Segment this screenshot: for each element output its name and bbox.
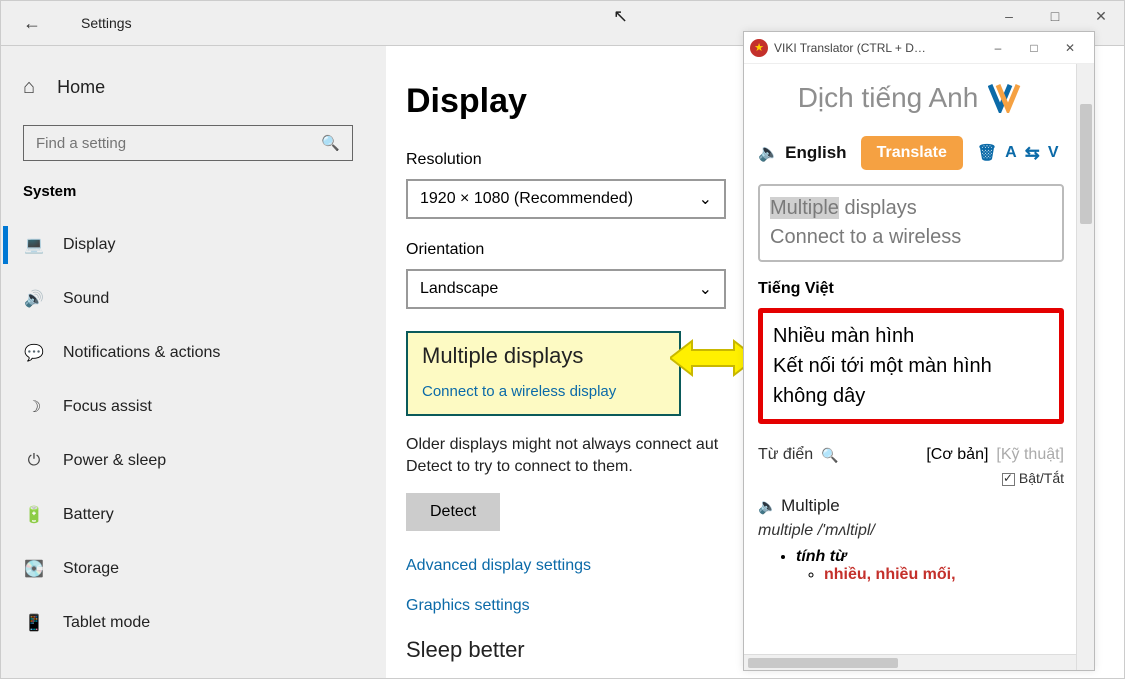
source-text-area[interactable]: Multiple displays Connect to a wireless xyxy=(758,184,1064,262)
search-input[interactable] xyxy=(36,135,321,152)
sound-icon: 🔊 xyxy=(23,289,45,309)
nav-item-notifications[interactable]: 💬 Notifications & actions xyxy=(23,326,386,380)
output-line2: Kết nối tới một màn hình không dây xyxy=(773,351,1049,411)
viki-tool-icons: 🗑 A ⇆ V xyxy=(977,143,1059,164)
tab-basic[interactable]: [Cơ bản] xyxy=(926,446,988,464)
focus-icon: ☽ xyxy=(23,397,45,417)
search-icon: 🔍 xyxy=(321,134,340,152)
resolution-select[interactable]: 1920 × 1080 (Recommended) ⌄ xyxy=(406,179,726,219)
speaker-icon[interactable]: 🔈 xyxy=(758,498,777,515)
dict-phonetic: multiple /'mʌltipl/ xyxy=(758,522,1064,540)
monitor-icon: 💻 xyxy=(23,235,45,255)
viki-app-icon: ★ xyxy=(750,39,768,57)
dict-word: Multiple xyxy=(781,496,840,515)
window-controls: – □ ✕ xyxy=(986,1,1124,31)
letter-v-icon[interactable]: V xyxy=(1048,144,1059,162)
chevron-down-icon: ⌄ xyxy=(699,279,712,299)
chevron-down-icon: ⌄ xyxy=(699,189,712,209)
multiple-displays-highlight: Multiple displays Connect to a wireless … xyxy=(406,331,681,416)
toggle-row[interactable]: Bật/Tắt xyxy=(758,470,1064,486)
nav-item-storage[interactable]: 💽 Storage xyxy=(23,542,386,596)
viki-vertical-scrollbar[interactable] xyxy=(1076,64,1094,670)
mouse-cursor-icon: ↖ xyxy=(613,6,628,27)
vietnamese-label: Tiếng Việt xyxy=(758,280,1064,298)
tablet-icon: 📱 xyxy=(23,613,45,633)
viki-heading-text: Dịch tiếng Anh xyxy=(798,82,979,114)
nav-item-battery[interactable]: 🔋 Battery xyxy=(23,488,386,542)
dictionary-body: 🔈 Multiple multiple /'mʌltipl/ tính từ n… xyxy=(758,496,1064,584)
nav-item-focus[interactable]: ☽ Focus assist xyxy=(23,380,386,434)
nav-item-sound[interactable]: 🔊 Sound xyxy=(23,272,386,326)
older-displays-text: Older displays might not always connect … xyxy=(406,434,736,479)
nav-label: Power & sleep xyxy=(63,452,166,470)
nav-item-power[interactable]: ⏻ Power & sleep xyxy=(23,434,386,488)
dict-pos: tính từ xyxy=(796,548,847,565)
notifications-icon: 💬 xyxy=(23,343,45,363)
viki-body: Dịch tiếng Anh 🔈English Translate 🗑 A ⇆ … xyxy=(744,64,1094,670)
maximize-button[interactable]: □ xyxy=(1032,1,1078,31)
english-label[interactable]: 🔈English xyxy=(758,143,847,163)
nav-label: Sound xyxy=(63,290,109,308)
nav-label: Storage xyxy=(63,560,119,578)
home-icon: ⌂ xyxy=(23,76,35,99)
viki-close-button[interactable]: ✕ xyxy=(1052,33,1088,63)
checkbox-icon[interactable] xyxy=(1002,473,1015,486)
close-button[interactable]: ✕ xyxy=(1078,1,1124,31)
battery-icon: 🔋 xyxy=(23,505,45,525)
magnifier-icon[interactable]: 🔍 xyxy=(821,447,838,464)
viki-minimize-button[interactable]: – xyxy=(980,33,1016,63)
swap-icon[interactable]: ⇆ xyxy=(1025,143,1040,164)
home-label: Home xyxy=(57,77,105,98)
viki-maximize-button[interactable]: □ xyxy=(1016,33,1052,63)
connect-wireless-link[interactable]: Connect to a wireless display xyxy=(422,383,665,400)
sidebar: ⌂ Home 🔍 System 💻 Display 🔊 Sound 💬 Notific… xyxy=(1,46,386,678)
nav-list: 💻 Display 🔊 Sound 💬 Notifications & actions… xyxy=(23,218,386,650)
viki-main: Dịch tiếng Anh 🔈English Translate 🗑 A ⇆ … xyxy=(744,64,1076,670)
scrollbar-thumb[interactable] xyxy=(1080,104,1092,224)
power-icon: ⏻ xyxy=(23,452,45,470)
search-box[interactable]: 🔍 xyxy=(23,125,353,161)
storage-icon: 💽 xyxy=(23,559,45,579)
speaker-icon: 🔈 xyxy=(758,143,779,163)
scrollbar-thumb[interactable] xyxy=(748,658,898,668)
dict-meaning: nhiều, nhiều mối, xyxy=(824,566,956,583)
viki-heading: Dịch tiếng Anh xyxy=(758,82,1064,114)
detect-button[interactable]: Detect xyxy=(406,493,500,531)
viki-toolbar: 🔈English Translate 🗑 A ⇆ V xyxy=(758,136,1064,170)
translation-output: Nhiều màn hình Kết nối tới một màn hình … xyxy=(758,308,1064,424)
home-row[interactable]: ⌂ Home xyxy=(23,76,386,99)
minimize-button[interactable]: – xyxy=(986,1,1032,31)
viki-logo-icon xyxy=(988,83,1024,113)
orientation-select[interactable]: Landscape ⌄ xyxy=(406,269,726,309)
nav-label: Battery xyxy=(63,506,114,524)
dictionary-label: Từ điển xyxy=(758,446,813,464)
titlebar-title: Settings xyxy=(81,15,132,31)
viki-horizontal-scrollbar[interactable] xyxy=(744,654,1076,670)
system-label: System xyxy=(23,183,386,200)
viki-titlebar: ★ VIKI Translator (CTRL + D… – □ ✕ xyxy=(744,32,1094,64)
nav-item-tablet[interactable]: 📱 Tablet mode xyxy=(23,596,386,650)
nav-label: Focus assist xyxy=(63,398,152,416)
tab-technical[interactable]: [Kỹ thuật] xyxy=(996,446,1064,464)
viki-window: ★ VIKI Translator (CTRL + D… – □ ✕ Dịch … xyxy=(743,31,1095,671)
back-icon[interactable]: ← xyxy=(23,13,41,34)
input-selection: Multiple xyxy=(770,197,839,219)
resolution-value: 1920 × 1080 (Recommended) xyxy=(420,190,633,208)
nav-label: Tablet mode xyxy=(63,614,150,632)
nav-item-display[interactable]: 💻 Display xyxy=(23,218,386,272)
dictionary-tabs: Từ điển 🔍 [Cơ bản] [Kỹ thuật] xyxy=(758,446,1064,464)
translate-button[interactable]: Translate xyxy=(861,136,963,170)
letter-a-icon[interactable]: A xyxy=(1005,144,1017,162)
nav-label: Display xyxy=(63,236,115,254)
viki-title: VIKI Translator (CTRL + D… xyxy=(774,41,980,55)
multiple-displays-title: Multiple displays xyxy=(422,343,665,369)
output-line1: Nhiều màn hình xyxy=(773,321,1049,351)
orientation-value: Landscape xyxy=(420,280,498,298)
viki-window-controls: – □ ✕ xyxy=(980,33,1088,63)
nav-label: Notifications & actions xyxy=(63,344,220,362)
trash-icon[interactable]: 🗑 xyxy=(977,143,997,163)
